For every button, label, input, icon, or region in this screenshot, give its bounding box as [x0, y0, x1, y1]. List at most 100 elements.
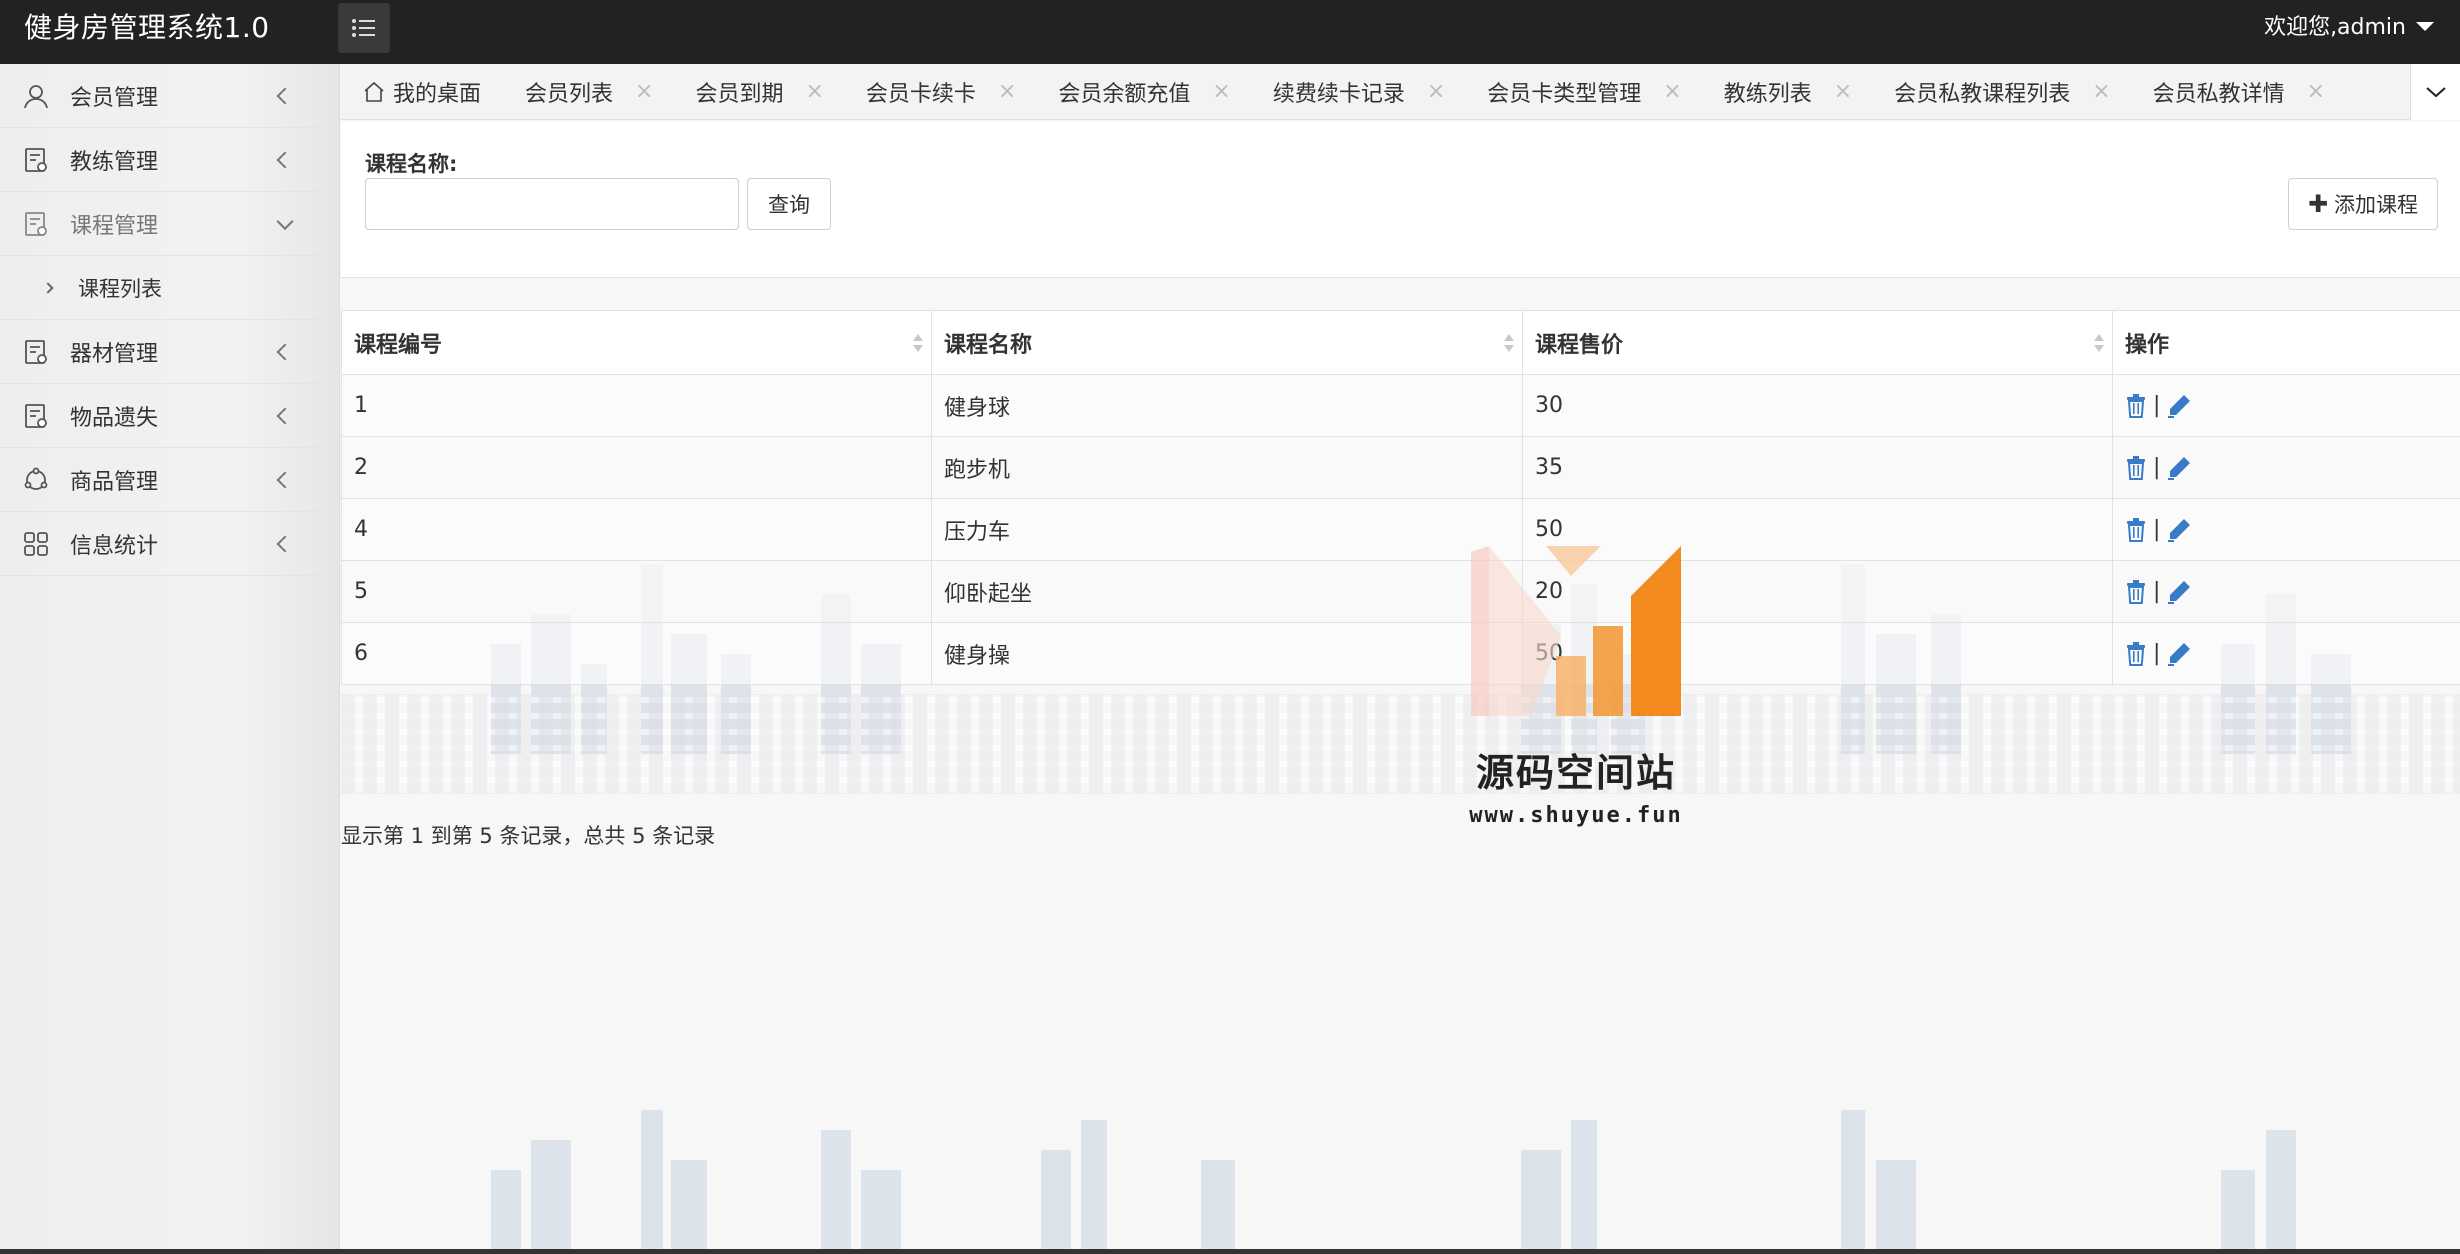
close-icon[interactable]: × — [805, 79, 823, 104]
sidebar-item-course[interactable]: 课程管理 — [0, 192, 339, 256]
edit-pencil-icon[interactable] — [2166, 455, 2192, 481]
home-icon — [363, 81, 385, 103]
table-row: 1 健身球 30 | — [341, 374, 2460, 437]
close-icon[interactable]: × — [1212, 79, 1230, 104]
close-icon[interactable]: × — [1427, 79, 1445, 104]
tab-private-detail[interactable]: 会员私教详情 × — [2129, 64, 2343, 120]
close-icon[interactable]: × — [635, 79, 653, 104]
tab-member-expire[interactable]: 会员到期 × — [671, 64, 841, 120]
sidebar-item-equipment[interactable]: 器材管理 — [0, 320, 339, 384]
query-button[interactable]: 查询 — [747, 178, 831, 230]
watermark-url: www.shuyue.fun — [1469, 803, 1683, 828]
tab-label: 教练列表 — [1723, 81, 1812, 107]
sidebar-item-label: 信息统计 — [70, 533, 159, 559]
sidebar-item-coach[interactable]: 教练管理 — [0, 128, 339, 192]
sidebar-item-goods[interactable]: 商品管理 — [0, 448, 339, 512]
close-icon[interactable]: × — [1834, 79, 1852, 104]
column-header-name[interactable]: 课程名称 — [931, 310, 1523, 375]
close-icon[interactable]: × — [998, 79, 1016, 104]
tab-label: 会员卡续卡 — [865, 81, 976, 107]
tab-member-list[interactable]: 会员列表 × — [501, 64, 671, 120]
action-separator: | — [2153, 517, 2161, 542]
chevron-left-icon — [276, 343, 294, 360]
cell-course-name: 健身球 — [931, 374, 1523, 437]
pagination-info: 显示第 1 到第 5 条记录，总共 5 条记录 — [341, 824, 716, 848]
user-menu[interactable]: 欢迎您,admin — [2264, 0, 2434, 56]
close-icon[interactable]: × — [1663, 79, 1681, 104]
tab-card-renew[interactable]: 会员卡续卡 × — [842, 64, 1034, 120]
chevron-down-icon — [2425, 87, 2446, 98]
course-name-label: 课程名称: — [365, 152, 458, 176]
tab-label: 会员余额充值 — [1058, 81, 1191, 107]
cell-course-id: 2 — [341, 436, 932, 499]
tab-coach-list[interactable]: 教练列表 × — [1700, 64, 1870, 120]
tab-label: 会员列表 — [525, 81, 614, 107]
trash-icon[interactable] — [2125, 455, 2147, 480]
close-icon[interactable]: × — [2307, 79, 2325, 104]
column-header-id[interactable]: 课程编号 — [341, 310, 932, 375]
cell-course-id: 1 — [341, 374, 932, 437]
sidebar-item-member[interactable]: 会员管理 — [0, 64, 339, 128]
chevron-down-icon — [276, 212, 294, 230]
sidebar-item-label: 会员管理 — [70, 85, 159, 111]
sidebar-item-statistics[interactable]: 信息统计 — [0, 512, 339, 576]
sidebar-subitem-label: 课程列表 — [78, 276, 162, 301]
cell-actions: | — [2112, 436, 2460, 499]
tab-label: 续费续卡记录 — [1272, 81, 1405, 107]
chevron-left-icon — [276, 471, 294, 488]
tab-more-button[interactable] — [2410, 64, 2460, 120]
edit-pencil-icon[interactable] — [2166, 579, 2192, 605]
edit-pencil-icon[interactable] — [2166, 393, 2192, 419]
tab-private-course-list[interactable]: 会员私教课程列表 × — [1870, 64, 2128, 120]
trash-icon[interactable] — [2125, 641, 2147, 666]
plus-icon: ✚ — [2307, 190, 2329, 218]
table-footer-band — [341, 694, 2460, 794]
trash-icon[interactable] — [2125, 579, 2147, 604]
top-navbar: 健身房管理系统1.0 欢迎您,admin — [0, 0, 2460, 64]
sidebar-item-label: 物品遗失 — [70, 405, 159, 431]
chevron-left-icon — [276, 407, 294, 424]
action-separator: | — [2153, 579, 2161, 604]
tab-label: 会员私教课程列表 — [1894, 81, 2071, 107]
skyline-watermark-bottom — [491, 1110, 2296, 1250]
sidebar-subitem-course-list[interactable]: 课程列表 — [0, 256, 339, 320]
action-separator: | — [2153, 455, 2161, 480]
grid-icon — [22, 530, 50, 558]
column-header-price[interactable]: 课程售价 — [1522, 310, 2113, 375]
welcome-text: 欢迎您,admin — [2264, 15, 2406, 40]
tab-balance-recharge[interactable]: 会员余额充值 × — [1034, 64, 1248, 120]
edit-pencil-icon[interactable] — [2166, 641, 2192, 667]
menu-toggle-button[interactable] — [338, 3, 390, 53]
trash-icon[interactable] — [2125, 393, 2147, 418]
cell-course-id: 5 — [341, 560, 932, 623]
tab-card-type[interactable]: 会员卡类型管理 × — [1463, 64, 1699, 120]
cell-course-price: 30 — [1522, 374, 2113, 437]
search-panel: 课程名称: 查询 ✚ 添加课程 — [341, 122, 2460, 278]
sidebar: 会员管理 教练管理 课程管理 课程列表 器材管理 物品遗失 商品管理 信息统计 — [0, 64, 340, 1250]
trash-icon[interactable] — [2125, 517, 2147, 542]
sidebar-item-lost-items[interactable]: 物品遗失 — [0, 384, 339, 448]
cell-actions: | — [2112, 622, 2460, 685]
sidebar-item-label: 器材管理 — [70, 341, 159, 367]
sidebar-item-label: 课程管理 — [70, 213, 159, 239]
action-separator: | — [2153, 393, 2161, 418]
course-name-input[interactable] — [365, 178, 739, 230]
tab-desktop[interactable]: 我的桌面 — [341, 64, 501, 120]
add-course-button[interactable]: ✚ 添加课程 — [2288, 178, 2438, 230]
tab-bar: 我的桌面 会员列表 × 会员到期 × 会员卡续卡 × 会员余额充值 × 续费续卡记录 × … — [341, 64, 2460, 120]
cell-course-price: 20 — [1522, 560, 2113, 623]
tab-label: 会员私教详情 — [2152, 81, 2285, 107]
column-header-actions: 操作 — [2112, 310, 2460, 375]
chevron-right-icon — [42, 281, 54, 294]
tab-label: 会员到期 — [695, 81, 784, 107]
close-icon[interactable]: × — [2092, 79, 2110, 104]
cell-course-price: 50 — [1522, 498, 2113, 561]
add-course-label: 添加课程 — [2334, 193, 2419, 217]
cell-course-name: 跑步机 — [931, 436, 1523, 499]
edit-pencil-icon[interactable] — [2166, 517, 2192, 543]
caret-down-icon — [2416, 21, 2434, 31]
cycle-icon — [22, 466, 50, 494]
table-row: 6 健身操 50 | — [341, 622, 2460, 685]
course-table-wrap: 课程编号 课程名称 课程售价 操作 1 健身球 30 | 2 跑步机 35 | 4 压力车 50 | 5… — [341, 310, 2460, 685]
tab-renew-records[interactable]: 续费续卡记录 × — [1249, 64, 1463, 120]
